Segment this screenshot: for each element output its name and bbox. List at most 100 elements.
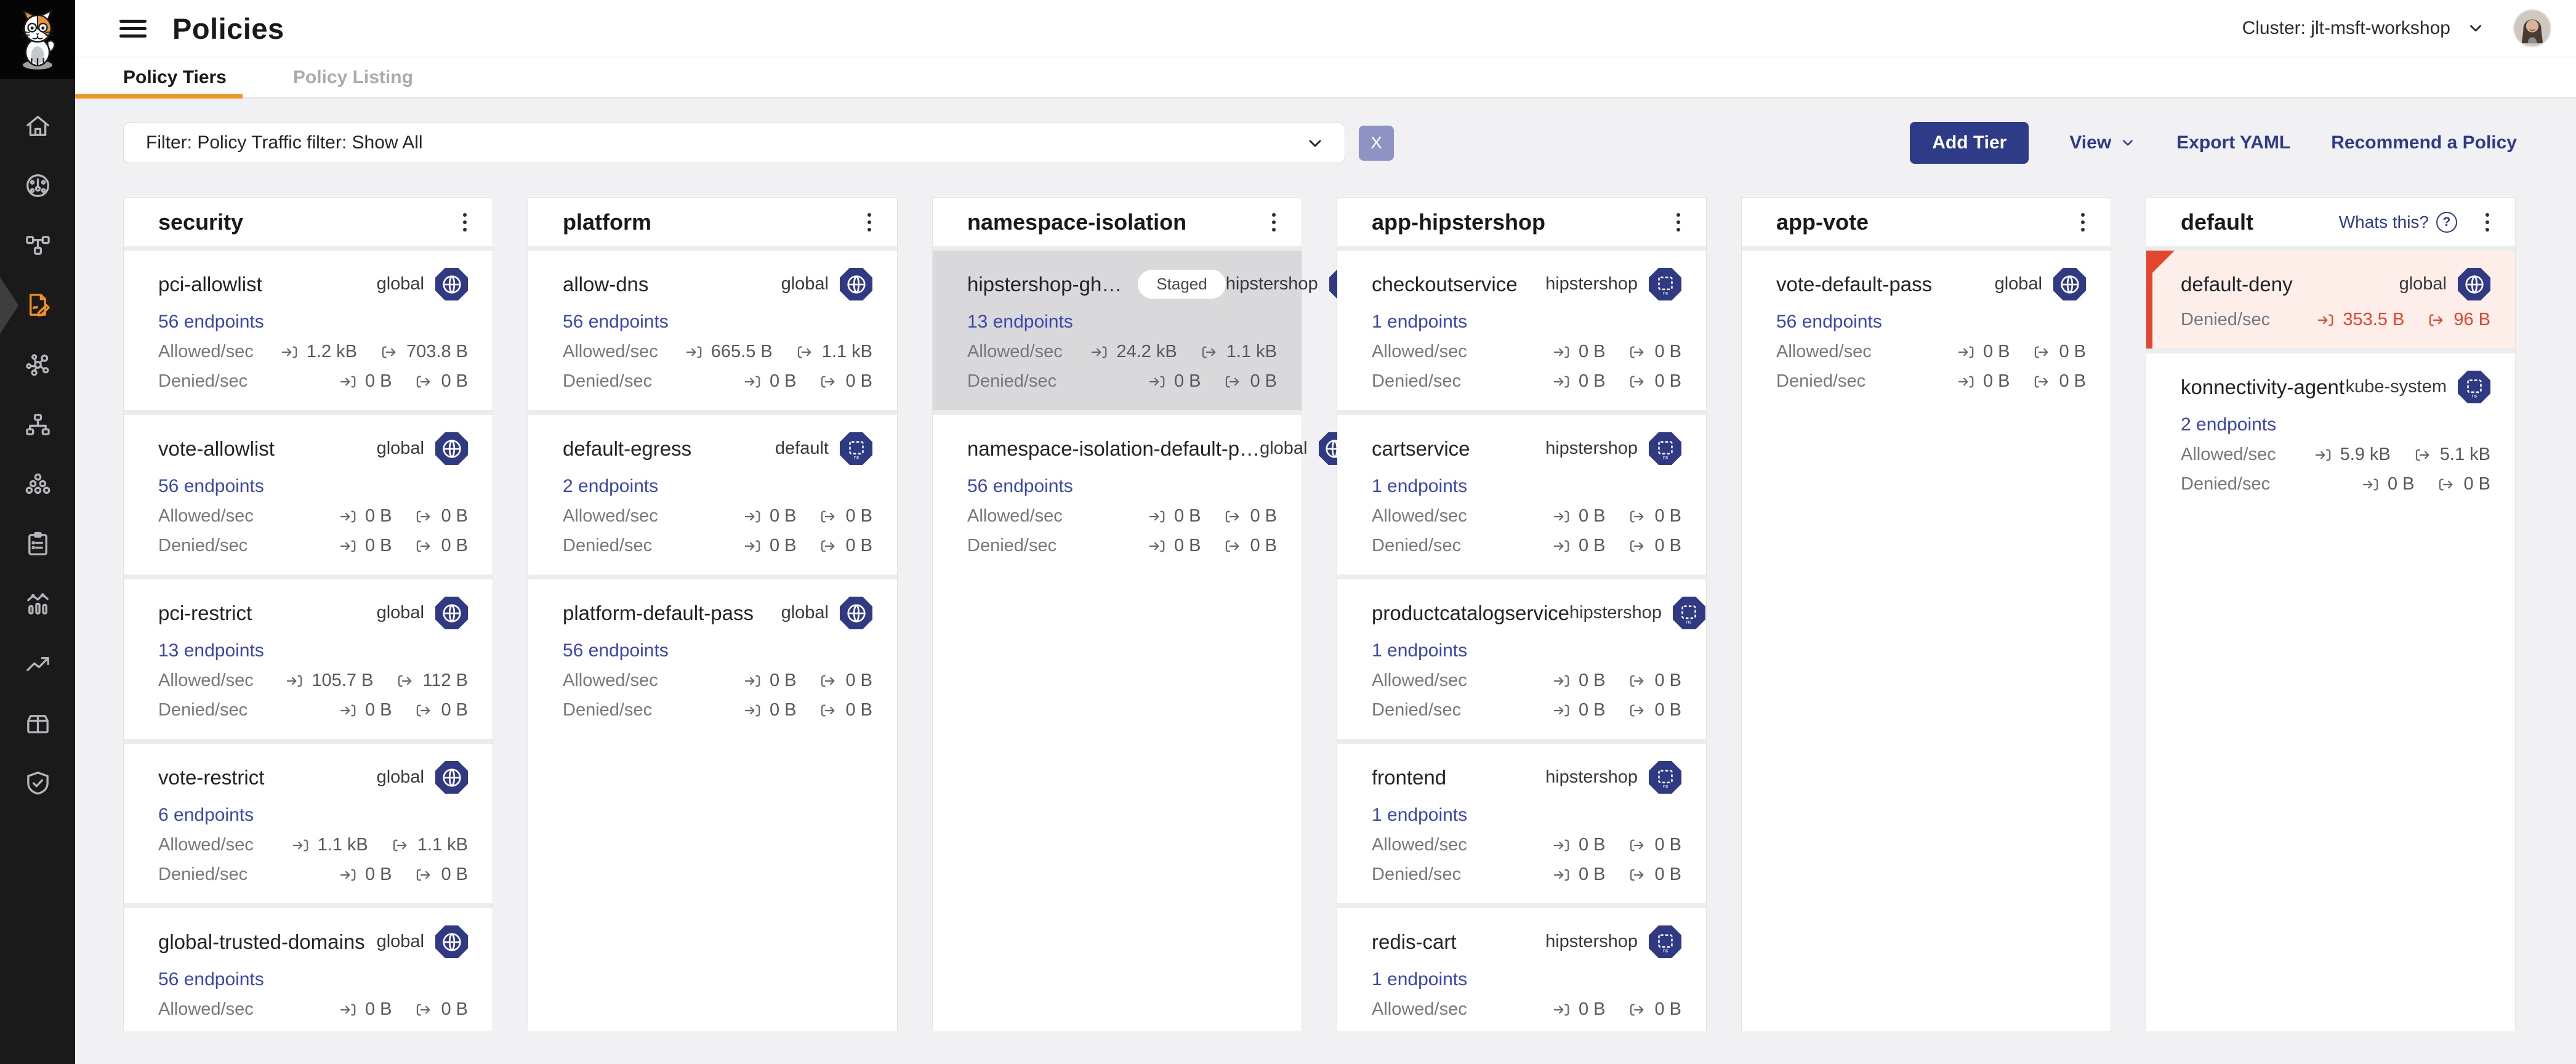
recommend-policy-button[interactable]: Recommend a Policy — [2331, 132, 2517, 153]
sidebar-item-service-graph[interactable] — [0, 335, 75, 395]
endpoints-link[interactable]: 1 endpoints — [1372, 969, 1467, 990]
hamburger-menu-icon[interactable] — [119, 20, 147, 38]
tier-menu-kebab-icon[interactable] — [1669, 208, 1688, 236]
endpoints-link[interactable]: 56 endpoints — [563, 312, 669, 332]
endpoints-link[interactable]: 56 endpoints — [158, 476, 264, 497]
traffic-values: 105.7 B112 B — [284, 671, 468, 691]
egress-traffic-icon — [414, 538, 433, 555]
policy-name: vote-default-pass — [1776, 273, 1932, 296]
traffic-value: 0 B — [1654, 671, 1681, 691]
endpoints-link[interactable]: 2 endpoints — [563, 476, 658, 497]
policy-card-global-trusted-domains[interactable]: global-trusted-domainsglobal56 endpoints… — [124, 903, 493, 1031]
cluster-selector[interactable]: Cluster: jlt-msft-workshop — [2242, 18, 2485, 39]
sidebar-item-trend-timeline[interactable] — [0, 634, 75, 693]
traffic-row-label: Allowed/sec — [563, 671, 658, 691]
policy-card-checkoutservice[interactable]: checkoutservicehipstershopns1 endpointsA… — [1337, 251, 1706, 410]
traffic-values: 0 B0 B — [1552, 506, 1681, 526]
policy-card-default-egress[interactable]: default-egressdefaultns2 endpointsAllowe… — [528, 410, 897, 574]
traffic-value: 0 B — [770, 371, 797, 392]
policy-card-namespace-isolation-default-p[interactable]: namespace-isolation-default-p…global56 e… — [933, 410, 1302, 574]
traffic-value: 0 B — [365, 864, 392, 885]
traffic-row-label: Denied/sec — [967, 536, 1057, 556]
endpoints-link[interactable]: 56 endpoints — [158, 969, 264, 990]
endpoints-link[interactable]: 1 endpoints — [1372, 476, 1467, 497]
view-dropdown-button[interactable]: View — [2069, 132, 2136, 153]
traffic-values: 0 B0 B — [338, 1029, 468, 1031]
endpoints-link[interactable]: 1 endpoints — [1372, 805, 1467, 826]
egress-traffic-icon — [2413, 446, 2433, 464]
policy-card-productcatalogservice[interactable]: productcatalogservicehipstershopns1 endp… — [1337, 574, 1706, 739]
ingress-traffic-icon — [2316, 312, 2335, 329]
traffic-row: Allowed/sec0 B0 B — [563, 506, 872, 526]
sidebar-item-activity-dashboard[interactable] — [0, 574, 75, 634]
sidebar-item-threat-defense[interactable] — [0, 753, 75, 813]
endpoints-link[interactable]: 56 endpoints — [158, 312, 264, 332]
traffic-value: 0 B — [845, 536, 872, 556]
sidebar-item-compliance-reports[interactable] — [0, 514, 75, 574]
traffic-metric: 0 B — [414, 864, 468, 885]
tier-menu-kebab-icon[interactable] — [2074, 208, 2092, 236]
endpoints-link[interactable]: 13 endpoints — [158, 640, 264, 661]
tier-menu-kebab-icon[interactable] — [2478, 208, 2497, 236]
endpoints-link[interactable]: 56 endpoints — [563, 640, 669, 661]
policy-card-frontend[interactable]: frontendhipstershopns1 endpointsAllowed/… — [1337, 739, 1706, 903]
tab-policy-listing[interactable]: Policy Listing — [281, 57, 425, 97]
user-avatar[interactable] — [2513, 9, 2551, 47]
ingress-traffic-icon — [1956, 373, 1976, 390]
sidebar-item-network-topology[interactable] — [0, 216, 75, 275]
traffic-value: 0 B — [2059, 342, 2086, 362]
endpoints-link[interactable]: 1 endpoints — [1372, 312, 1467, 332]
traffic-values: 0 B0 B — [1147, 536, 1277, 556]
traffic-metric: 0 B — [1627, 371, 1681, 392]
traffic-metric: 0 B — [1147, 506, 1201, 526]
traffic-value: 0 B — [2059, 371, 2086, 392]
policy-traffic-filter-select[interactable]: Filter: Policy Traffic filter: Show All — [123, 123, 1345, 163]
endpoints-link[interactable]: 1 endpoints — [1372, 640, 1467, 661]
sidebar-item-image-assurance[interactable] — [0, 693, 75, 753]
endpoints-link[interactable]: 56 endpoints — [967, 476, 1073, 497]
policy-card-platform-default-pass[interactable]: platform-default-passglobal56 endpointsA… — [528, 574, 897, 739]
endpoints-link[interactable]: 6 endpoints — [158, 805, 254, 826]
endpoints-link[interactable]: 13 endpoints — [967, 312, 1073, 332]
policy-card-konnectivity-agent[interactable]: konnectivity-agentkube-systemns2 endpoin… — [2146, 349, 2515, 513]
egress-traffic-icon — [1627, 344, 1647, 361]
add-tier-button[interactable]: Add Tier — [1910, 122, 2029, 164]
tier-menu-kebab-icon[interactable] — [1265, 208, 1283, 236]
ingress-traffic-icon — [338, 538, 358, 555]
sidebar-item-policies[interactable] — [0, 275, 75, 335]
traffic-value: 112 B — [422, 671, 468, 691]
policy-card-pci-allowlist[interactable]: pci-allowlistglobal56 endpointsAllowed/s… — [124, 251, 493, 410]
sidebar-item-cluster-nodes[interactable] — [0, 454, 75, 514]
policy-card-hipstershop-gh[interactable]: hipstershop-gh…Stagedhipstershopns13 end… — [933, 251, 1302, 410]
clear-filter-button[interactable]: X — [1359, 126, 1394, 161]
tier-menu-kebab-icon[interactable] — [860, 208, 879, 236]
export-yaml-button[interactable]: Export YAML — [2176, 132, 2290, 153]
policy-card-vote-default-pass[interactable]: vote-default-passglobal56 endpointsAllow… — [1742, 251, 2111, 410]
policy-scope: global — [377, 925, 468, 958]
policy-name: productcatalogservice — [1372, 602, 1569, 625]
policy-card-pci-restrict[interactable]: pci-restrictglobal13 endpointsAllowed/se… — [124, 574, 493, 739]
ingress-traffic-icon — [743, 672, 762, 690]
endpoints-link[interactable]: 2 endpoints — [2181, 414, 2276, 435]
sidebar-item-flow-visualization[interactable] — [0, 395, 75, 454]
tier-menu-kebab-icon[interactable] — [456, 208, 474, 236]
egress-traffic-icon — [818, 702, 838, 719]
tab-policy-tiers[interactable]: Policy Tiers — [75, 57, 243, 97]
sidebar-item-home[interactable] — [0, 96, 75, 156]
tier-column-default: defaultWhats this??default-denyglobalDen… — [2146, 197, 2516, 1031]
policy-card-cartservice[interactable]: cartservicehipstershopns1 endpointsAllow… — [1337, 410, 1706, 574]
policy-card-vote-restrict[interactable]: vote-restrictglobal6 endpointsAllowed/se… — [124, 739, 493, 903]
policy-card-default-deny[interactable]: default-denyglobalDenied/sec353.5 B96 B — [2146, 251, 2515, 349]
sidebar-item-dashboard-gauge[interactable] — [0, 156, 75, 216]
whats-this-link[interactable]: Whats this?? — [2339, 212, 2457, 233]
policy-scope: global — [377, 268, 468, 300]
calico-cat-logo[interactable] — [0, 0, 75, 79]
policy-card-vote-allowlist[interactable]: vote-allowlistglobal56 endpointsAllowed/… — [124, 410, 493, 574]
policy-name: vote-allowlist — [158, 437, 275, 461]
egress-traffic-icon — [1627, 373, 1647, 390]
ingress-traffic-icon — [743, 508, 762, 525]
endpoints-link[interactable]: 56 endpoints — [1776, 312, 1882, 332]
tier-name: app-hipstershop — [1372, 209, 1545, 235]
policy-card-allow-dns[interactable]: allow-dnsglobal56 endpointsAllowed/sec66… — [528, 251, 897, 410]
policy-card-redis-cart[interactable]: redis-carthipstershopns1 endpointsAllowe… — [1337, 903, 1706, 1031]
